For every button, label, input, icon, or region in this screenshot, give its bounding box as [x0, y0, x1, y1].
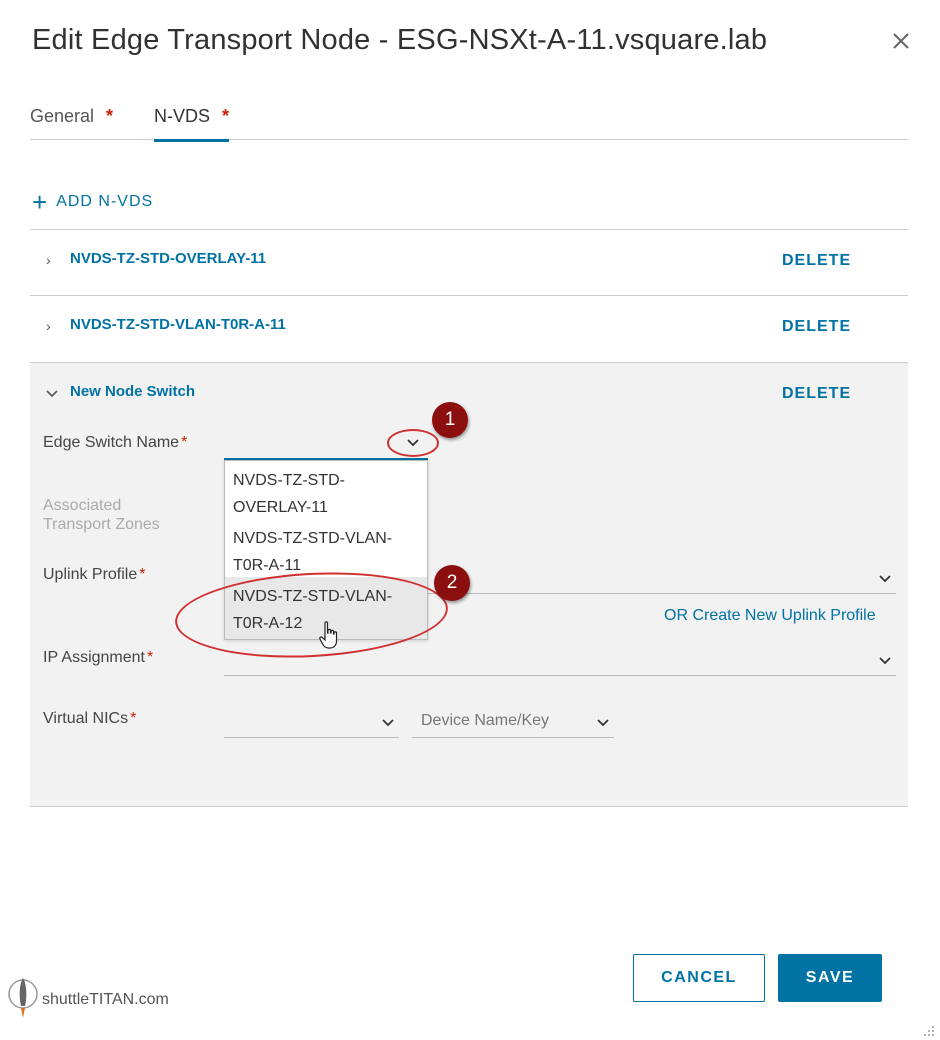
- virtual-nics-label: Virtual NICs *: [43, 710, 136, 728]
- rocket-logo-icon: [8, 978, 38, 1018]
- create-uplink-profile-link[interactable]: OR Create New Uplink Profile: [664, 607, 876, 625]
- step-badge: 2: [434, 565, 470, 601]
- resize-grip-icon[interactable]: [922, 1024, 936, 1038]
- save-button[interactable]: SAVE: [778, 954, 882, 1002]
- watermark-text: shuttleTITAN.com: [42, 991, 169, 1008]
- delete-button[interactable]: DELETE: [782, 385, 851, 403]
- chevron-down-icon[interactable]: [46, 389, 58, 399]
- required-marker: *: [146, 649, 154, 666]
- nvds-name[interactable]: New Node Switch: [70, 383, 195, 400]
- chevron-down-icon[interactable]: [878, 656, 892, 666]
- field-label: Uplink Profile: [43, 566, 138, 583]
- field-label: Transport Zones: [43, 516, 160, 533]
- nvds-name[interactable]: NVDS-TZ-STD-OVERLAY-11: [70, 250, 266, 267]
- dropdown-option[interactable]: NVDS-TZ-STD- OVERLAY-11: [225, 461, 427, 527]
- field-label: Virtual NICs: [43, 710, 129, 727]
- field-label: IP Assignment: [43, 649, 145, 666]
- edge-switch-name-label: Edge Switch Name *: [43, 434, 187, 452]
- chevron-down-icon[interactable]: [878, 574, 892, 584]
- tab-nvds[interactable]: N-VDS *: [154, 106, 230, 142]
- required-marker: *: [222, 106, 230, 126]
- plus-icon: +: [32, 187, 49, 217]
- nvds-row: › NVDS-TZ-STD-OVERLAY-11 DELETE: [30, 229, 908, 295]
- callout-ellipse: [387, 429, 439, 457]
- field-label: Edge Switch Name: [43, 434, 180, 451]
- required-marker: *: [130, 710, 137, 727]
- add-nvds-label: ADD N-VDS: [56, 193, 154, 210]
- field-label: Associated: [43, 497, 122, 514]
- chevron-down-icon[interactable]: [596, 718, 610, 728]
- ip-assignment-label: IP Assignment *: [43, 649, 153, 667]
- chevron-right-icon[interactable]: ›: [46, 318, 51, 334]
- nvds-row: › NVDS-TZ-STD-VLAN-T0R-A-11 DELETE: [30, 295, 908, 362]
- option-text: NVDS-TZ-STD-VLAN-: [233, 530, 393, 547]
- required-marker: *: [139, 566, 146, 583]
- required-marker: *: [181, 434, 188, 451]
- uplink-profile-label: Uplink Profile *: [43, 566, 146, 584]
- close-icon[interactable]: [890, 30, 912, 52]
- device-name-key-select[interactable]: Device Name/Key: [412, 712, 614, 738]
- tab-general-label: General: [30, 106, 95, 126]
- associated-transport-zones-label: Associated Transport Zones: [43, 496, 160, 534]
- nvds-name[interactable]: NVDS-TZ-STD-VLAN-T0R-A-11: [70, 316, 286, 333]
- cancel-button[interactable]: CANCEL: [633, 954, 765, 1002]
- delete-button[interactable]: DELETE: [782, 318, 851, 336]
- delete-button[interactable]: DELETE: [782, 252, 851, 270]
- tab-general[interactable]: General *: [30, 106, 113, 139]
- uplink-profile-select[interactable]: [428, 570, 896, 594]
- step-badge: 1: [432, 402, 468, 438]
- virtual-nic-select[interactable]: [224, 714, 399, 738]
- chevron-down-icon[interactable]: [381, 718, 395, 728]
- chevron-right-icon[interactable]: ›: [46, 252, 51, 268]
- device-name-key-placeholder: Device Name/Key: [421, 712, 550, 729]
- dialog-title: Edit Edge Transport Node - ESG-NSXt-A-11…: [32, 24, 768, 56]
- option-text: NVDS-TZ-STD-: [233, 472, 345, 489]
- required-marker: *: [106, 106, 114, 126]
- tab-bar: General * N-VDS *: [30, 98, 908, 142]
- add-nvds-button[interactable]: + ADD N-VDS: [32, 187, 154, 217]
- tab-nvds-label: N-VDS: [154, 106, 211, 126]
- watermark: shuttleTITAN.com: [8, 972, 169, 1028]
- option-text: OVERLAY-11: [233, 499, 328, 516]
